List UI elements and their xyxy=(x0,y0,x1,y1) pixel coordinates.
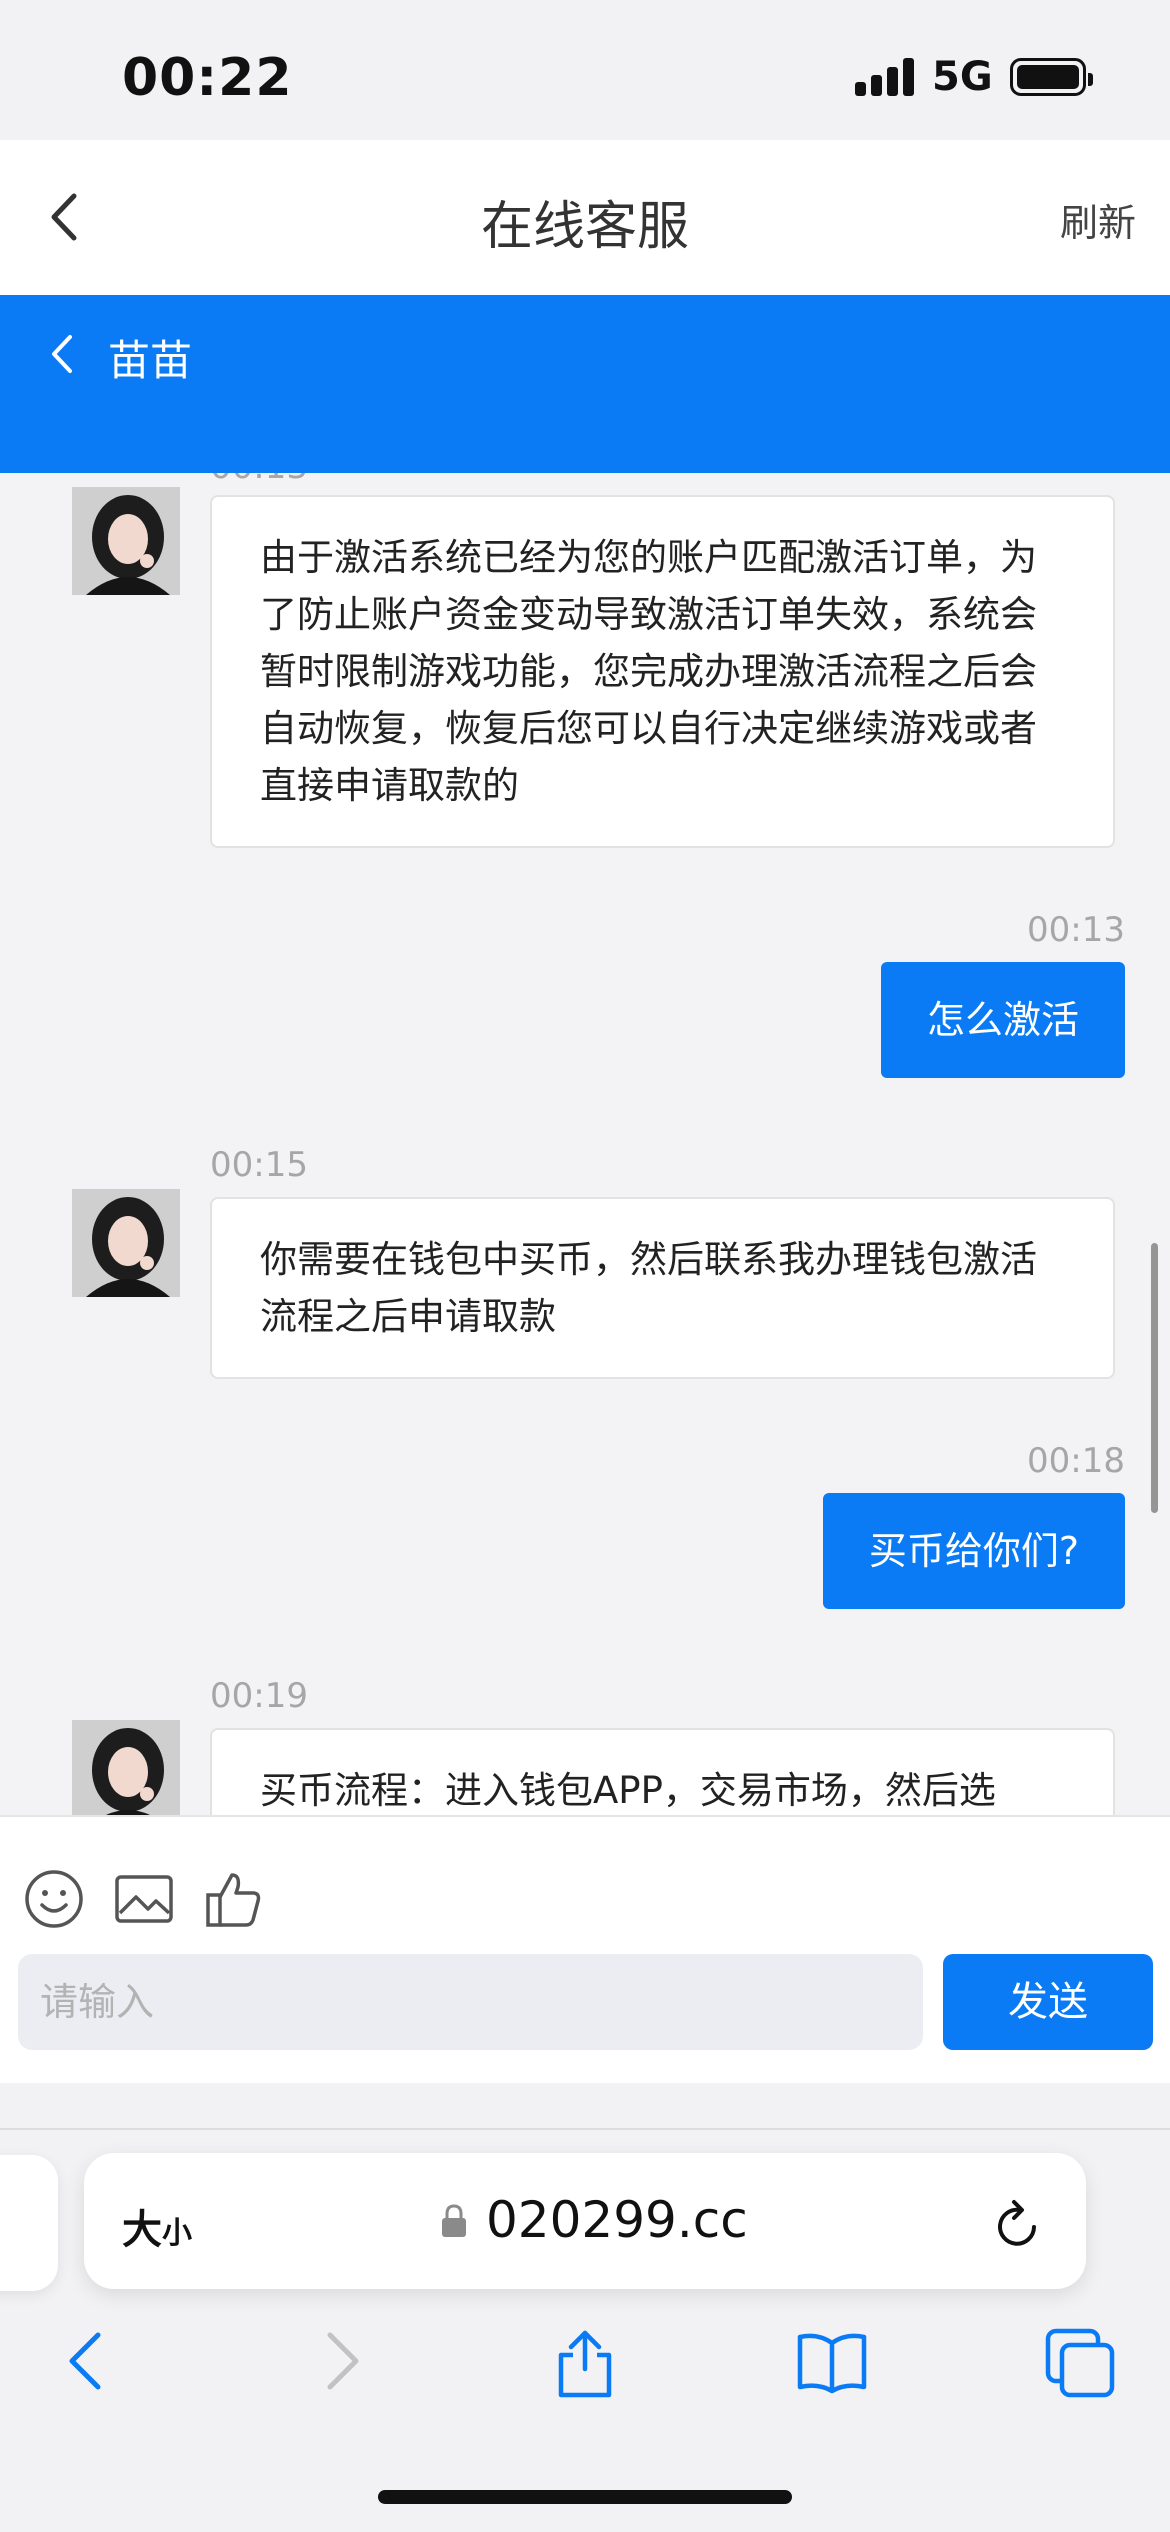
image-icon[interactable] xyxy=(112,1867,176,1931)
status-bar: 00:22 5G xyxy=(0,0,1170,140)
lock-icon xyxy=(442,2204,466,2237)
avatar xyxy=(72,487,180,595)
agent-bar: 苗苗 xyxy=(0,295,1170,473)
previous-tab-preview[interactable] xyxy=(0,2155,58,2291)
back-nav-icon[interactable] xyxy=(50,2323,126,2399)
chat-history[interactable]: 00:13 由于激活系统已经为您的账户匹配激活订单，为了防止账户资金变动导致激活… xyxy=(0,473,1170,1815)
bookmarks-icon[interactable] xyxy=(794,2323,870,2399)
message-time: 00:13 xyxy=(210,473,308,487)
share-icon[interactable] xyxy=(547,2323,623,2399)
message-time: 00:13 xyxy=(1027,910,1125,950)
incoming-message-bubble: 买币流程：进入钱包APP，交易市场，然后选 xyxy=(210,1728,1115,1815)
thumbs-up-icon[interactable] xyxy=(202,1867,266,1931)
incoming-message-bubble: 由于激活系统已经为您的账户匹配激活订单，为了防止账户资金变动导致激活订单失效，系… xyxy=(210,495,1115,848)
message-time: 00:15 xyxy=(210,1145,308,1185)
outgoing-message-bubble: 买币给你们? xyxy=(822,1493,1125,1609)
forward-nav-icon[interactable] xyxy=(302,2323,378,2399)
text-size-small: 小 xyxy=(162,2216,192,2251)
signal-strength-icon xyxy=(855,56,917,96)
status-time: 00:22 xyxy=(122,48,293,108)
network-type: 5G xyxy=(932,54,993,100)
page-title: 在线客服 xyxy=(480,197,689,257)
chat-scrollbar[interactable] xyxy=(1151,1243,1158,1513)
message-composer: 发送 xyxy=(0,1815,1170,2083)
browser-toolbar: 大小 020299.cc xyxy=(0,2083,1170,2532)
outgoing-message-bubble: 怎么激活 xyxy=(880,962,1125,1078)
emoji-icon[interactable] xyxy=(22,1867,86,1931)
url-text: 020299.cc xyxy=(486,2191,748,2249)
message-input[interactable] xyxy=(18,1954,923,2050)
battery-icon xyxy=(1010,58,1093,96)
agent-back-chevron-icon[interactable] xyxy=(42,329,82,379)
page-header: 在线客服 刷新 xyxy=(0,140,1170,295)
incoming-message-bubble: 你需要在钱包中买币，然后联系我办理钱包激活流程之后申请取款 xyxy=(210,1197,1115,1379)
text-size-button[interactable]: 大小 xyxy=(122,2197,192,2255)
address-bar[interactable]: 大小 020299.cc xyxy=(84,2153,1086,2289)
agent-name: 苗苗 xyxy=(108,336,193,385)
message-time: 00:18 xyxy=(1027,1441,1125,1481)
home-indicator[interactable] xyxy=(378,2490,792,2504)
refresh-button[interactable]: 刷新 xyxy=(1060,192,1136,247)
avatar xyxy=(72,1189,180,1297)
divider xyxy=(0,2128,1170,2130)
tabs-icon[interactable] xyxy=(1042,2323,1118,2399)
message-time: 00:19 xyxy=(210,1676,308,1716)
text-size-big: 大 xyxy=(122,2207,162,2253)
reload-icon[interactable] xyxy=(992,2195,1044,2251)
send-button[interactable]: 发送 xyxy=(943,1954,1153,2050)
avatar xyxy=(72,1720,180,1815)
